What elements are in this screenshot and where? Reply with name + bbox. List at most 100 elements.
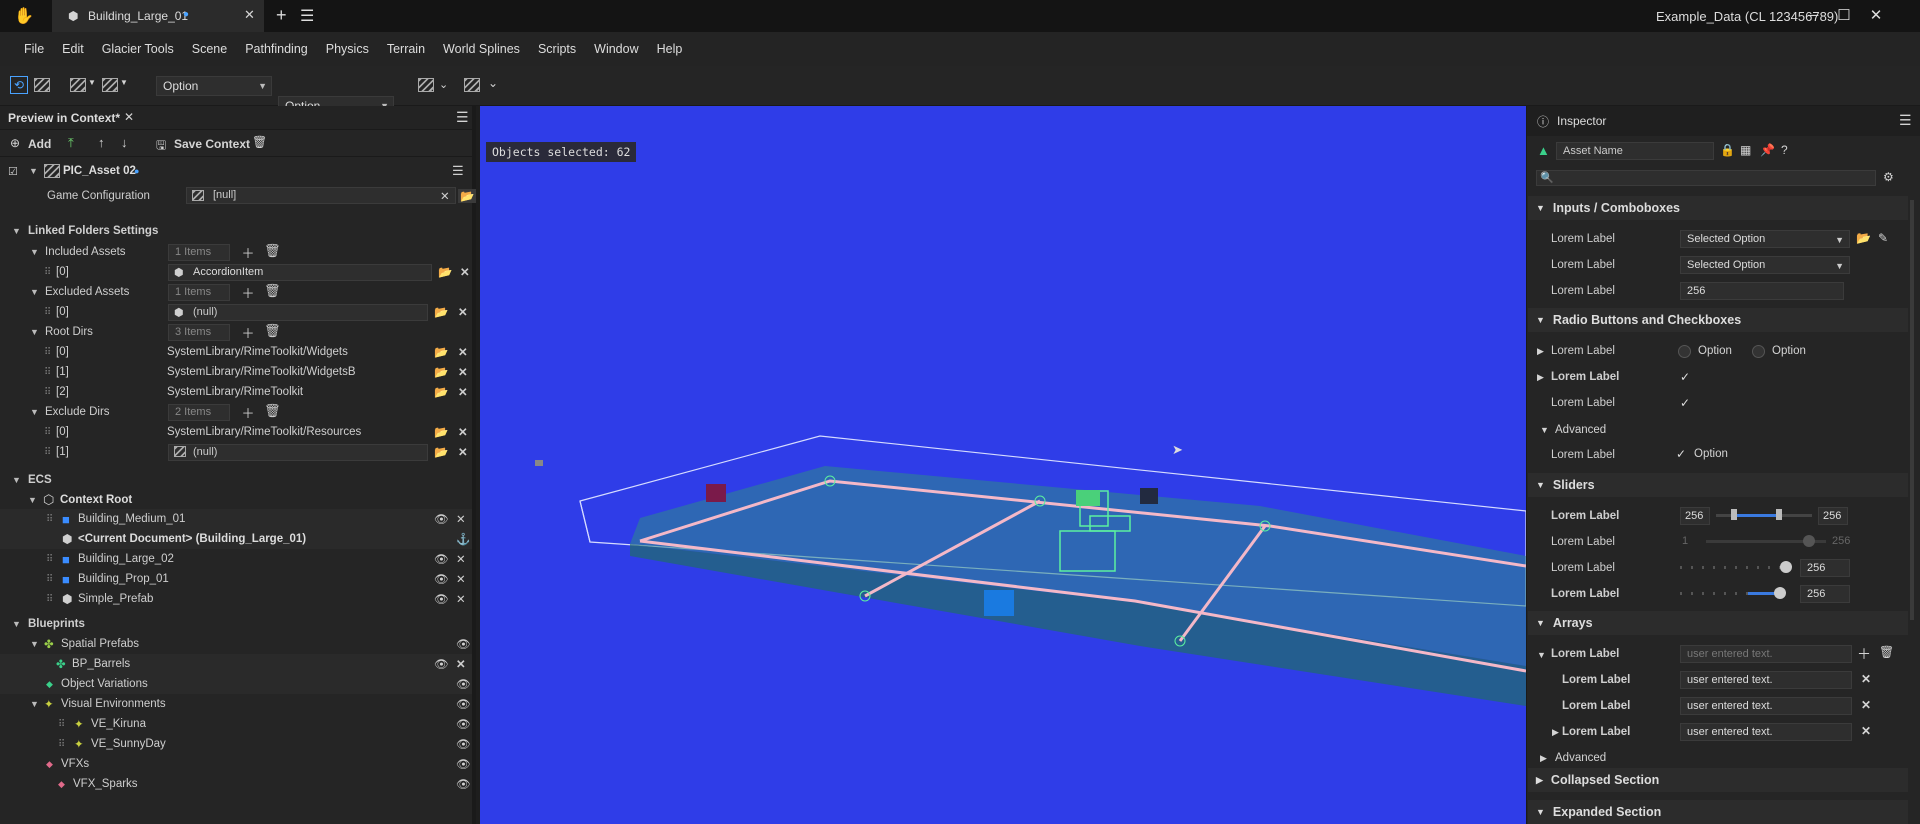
remove-icon[interactable]: ✕ bbox=[456, 512, 466, 526]
browse-folder-icon[interactable]: 📂 bbox=[438, 265, 452, 279]
blueprint-row[interactable]: ⠿ ✦ VE_Kiruna 👁 bbox=[0, 714, 472, 734]
excluded-count-field[interactable]: 1 Items bbox=[168, 284, 230, 301]
section-expanded[interactable]: ▼ Expanded Section bbox=[1528, 800, 1908, 824]
blueprint-row[interactable]: ◆ VFX_Sparks 👁 bbox=[0, 774, 472, 794]
add-icon[interactable]: ＋ bbox=[1857, 644, 1871, 664]
edit-icon[interactable]: ✎ bbox=[1878, 231, 1888, 245]
arrow-up-icon[interactable]: ↑ bbox=[98, 135, 105, 150]
drag-handle-icon[interactable]: ⠿ bbox=[46, 594, 53, 605]
exclude-dir-path[interactable]: SystemLibrary/RimeToolkit/Resources bbox=[167, 426, 361, 438]
browse-folder-icon[interactable]: 📂 bbox=[434, 305, 448, 319]
tool-icon[interactable] bbox=[70, 78, 86, 92]
collapse-triangle-icon[interactable]: ▼ bbox=[29, 166, 41, 176]
remove-icon[interactable]: ✕ bbox=[1861, 724, 1871, 738]
chevron-down-icon[interactable]: ▼ bbox=[88, 78, 96, 87]
blueprint-row[interactable]: ◆ VFXs 👁 bbox=[0, 754, 472, 774]
menu-window[interactable]: Window bbox=[594, 42, 638, 56]
blueprint-row[interactable]: ⠿ ✦ VE_SunnyDay 👁 bbox=[0, 734, 472, 754]
browse-folder-icon[interactable]: 📂 bbox=[434, 425, 448, 439]
chevron-down-icon[interactable]: ▼ bbox=[120, 78, 128, 87]
drag-handle-icon[interactable]: ⠿ bbox=[44, 267, 51, 278]
section-arrays[interactable]: ▼ Arrays bbox=[1528, 611, 1908, 635]
browse-folder-icon[interactable]: 📂 bbox=[458, 189, 477, 203]
tool-icon[interactable] bbox=[418, 78, 434, 92]
menu-terrain[interactable]: Terrain bbox=[387, 42, 425, 56]
drag-handle-icon[interactable]: ⠿ bbox=[58, 719, 65, 730]
export-icon[interactable]: ⤒ bbox=[68, 135, 74, 151]
pin-icon[interactable]: 📌 bbox=[1760, 143, 1775, 157]
menu-world-splines[interactable]: World Splines bbox=[443, 42, 520, 56]
menu-scene[interactable]: Scene bbox=[192, 42, 227, 56]
eye-icon[interactable]: 👁 bbox=[456, 757, 471, 771]
tool-icon[interactable] bbox=[102, 78, 118, 92]
menu-scripts[interactable]: Scripts bbox=[538, 42, 576, 56]
checkbox[interactable]: ☑ bbox=[8, 165, 18, 178]
eye-icon[interactable]: 👁 bbox=[456, 717, 471, 731]
inspector-scrollbar[interactable] bbox=[1910, 200, 1914, 620]
entity-row[interactable]: ⠿ ■ Building_Medium_01 👁 ✕ bbox=[0, 509, 472, 529]
expand-triangle-icon[interactable]: ▶ bbox=[1540, 753, 1547, 764]
remove-icon[interactable]: ✕ bbox=[456, 592, 466, 606]
number-input[interactable]: 256 bbox=[1680, 282, 1844, 300]
eye-icon[interactable]: 👁 bbox=[456, 677, 471, 691]
browse-folder-icon[interactable]: 📂 bbox=[434, 365, 448, 379]
panel-menu-icon[interactable]: ☰ bbox=[1899, 112, 1912, 129]
arrow-down-icon[interactable]: ↓ bbox=[121, 135, 128, 150]
array-input-disabled[interactable]: user entered text. bbox=[1680, 645, 1852, 663]
section-collapsed[interactable]: ▶ Collapsed Section bbox=[1528, 768, 1908, 792]
array-item-input[interactable]: user entered text. bbox=[1680, 671, 1852, 689]
collapse-triangle-icon[interactable]: ▼ bbox=[12, 475, 24, 485]
eye-icon[interactable]: 👁 bbox=[434, 552, 449, 566]
browse-folder-icon[interactable]: 📂 bbox=[434, 345, 448, 359]
entity-row[interactable]: ⠿ ■ Building_Prop_01 👁 ✕ bbox=[0, 569, 472, 589]
collapse-triangle-icon[interactable]: ▼ bbox=[12, 619, 24, 629]
root-dir-path[interactable]: SystemLibrary/RimeToolkit bbox=[167, 386, 303, 398]
trash-icon[interactable]: 🗑 bbox=[264, 323, 281, 339]
eye-icon[interactable]: 👁 bbox=[434, 512, 449, 526]
collapse-triangle-icon[interactable]: ▼ bbox=[12, 226, 24, 236]
exclude-dirs-count-field[interactable]: 2 Items bbox=[168, 404, 230, 421]
drag-handle-icon[interactable]: ⠿ bbox=[44, 367, 51, 378]
lock-icon[interactable]: 🔒 bbox=[1720, 143, 1735, 157]
range-slider[interactable] bbox=[1716, 506, 1812, 524]
collapse-triangle-icon[interactable]: ▼ bbox=[30, 247, 42, 257]
menu-glacier-tools[interactable]: Glacier Tools bbox=[102, 42, 174, 56]
combobox-1[interactable]: Selected Option bbox=[1680, 230, 1850, 248]
range-max-input[interactable]: 256 bbox=[1818, 507, 1848, 525]
remove-icon[interactable]: ✕ bbox=[456, 572, 466, 586]
add-icon[interactable]: ＋ bbox=[240, 243, 256, 262]
drag-handle-icon[interactable]: ⠿ bbox=[44, 447, 51, 458]
root-dirs-count-field[interactable]: 3 Items bbox=[168, 324, 230, 341]
collapse-triangle-icon[interactable]: ▼ bbox=[30, 327, 42, 337]
tab-menu-icon[interactable]: ☰ bbox=[300, 6, 314, 26]
sync-icon[interactable]: ⟲ bbox=[10, 76, 28, 94]
remove-icon[interactable]: ✕ bbox=[1861, 672, 1871, 686]
entity-row-current[interactable]: ⬢ <Current Document> (Building_Large_01)… bbox=[0, 529, 472, 549]
excluded-item-field[interactable]: (null) bbox=[168, 304, 428, 321]
scene-viewport[interactable] bbox=[480, 106, 1526, 824]
chevron-down-icon[interactable]: ⌄ bbox=[439, 78, 448, 91]
add-icon[interactable]: ＋ bbox=[240, 403, 256, 422]
add-button[interactable]: Add bbox=[28, 137, 51, 151]
add-icon[interactable]: ⊕ bbox=[10, 136, 20, 150]
collapse-triangle-icon[interactable]: ▼ bbox=[28, 495, 40, 505]
drag-handle-icon[interactable]: ⠿ bbox=[58, 739, 65, 750]
included-item-field[interactable]: AccordionItem bbox=[168, 264, 432, 281]
range-min-input[interactable]: 256 bbox=[1680, 507, 1710, 525]
asset-name-field[interactable]: Asset Name bbox=[1556, 142, 1714, 160]
remove-icon[interactable]: ✕ bbox=[456, 657, 466, 671]
drag-handle-icon[interactable]: ⠿ bbox=[46, 514, 53, 525]
remove-icon[interactable]: ✕ bbox=[458, 385, 468, 399]
row-menu-icon[interactable]: ☰ bbox=[452, 163, 464, 179]
linked-folders-header[interactable]: ▼ Linked Folders Settings bbox=[0, 221, 472, 241]
clear-icon[interactable]: ✕ bbox=[440, 189, 450, 203]
collapse-triangle-icon[interactable]: ▼ bbox=[1540, 425, 1549, 435]
panel-menu-icon[interactable]: ☰ bbox=[456, 109, 469, 126]
collapse-triangle-icon[interactable]: ▼ bbox=[1537, 650, 1546, 660]
array-item-input[interactable]: user entered text. bbox=[1680, 723, 1852, 741]
collapse-triangle-icon[interactable]: ▼ bbox=[30, 287, 42, 297]
settings-gear-icon[interactable]: ⚙ bbox=[1883, 170, 1894, 184]
menu-physics[interactable]: Physics bbox=[326, 42, 369, 56]
new-tab-icon[interactable]: + bbox=[276, 5, 287, 26]
menu-file[interactable]: File bbox=[24, 42, 44, 56]
